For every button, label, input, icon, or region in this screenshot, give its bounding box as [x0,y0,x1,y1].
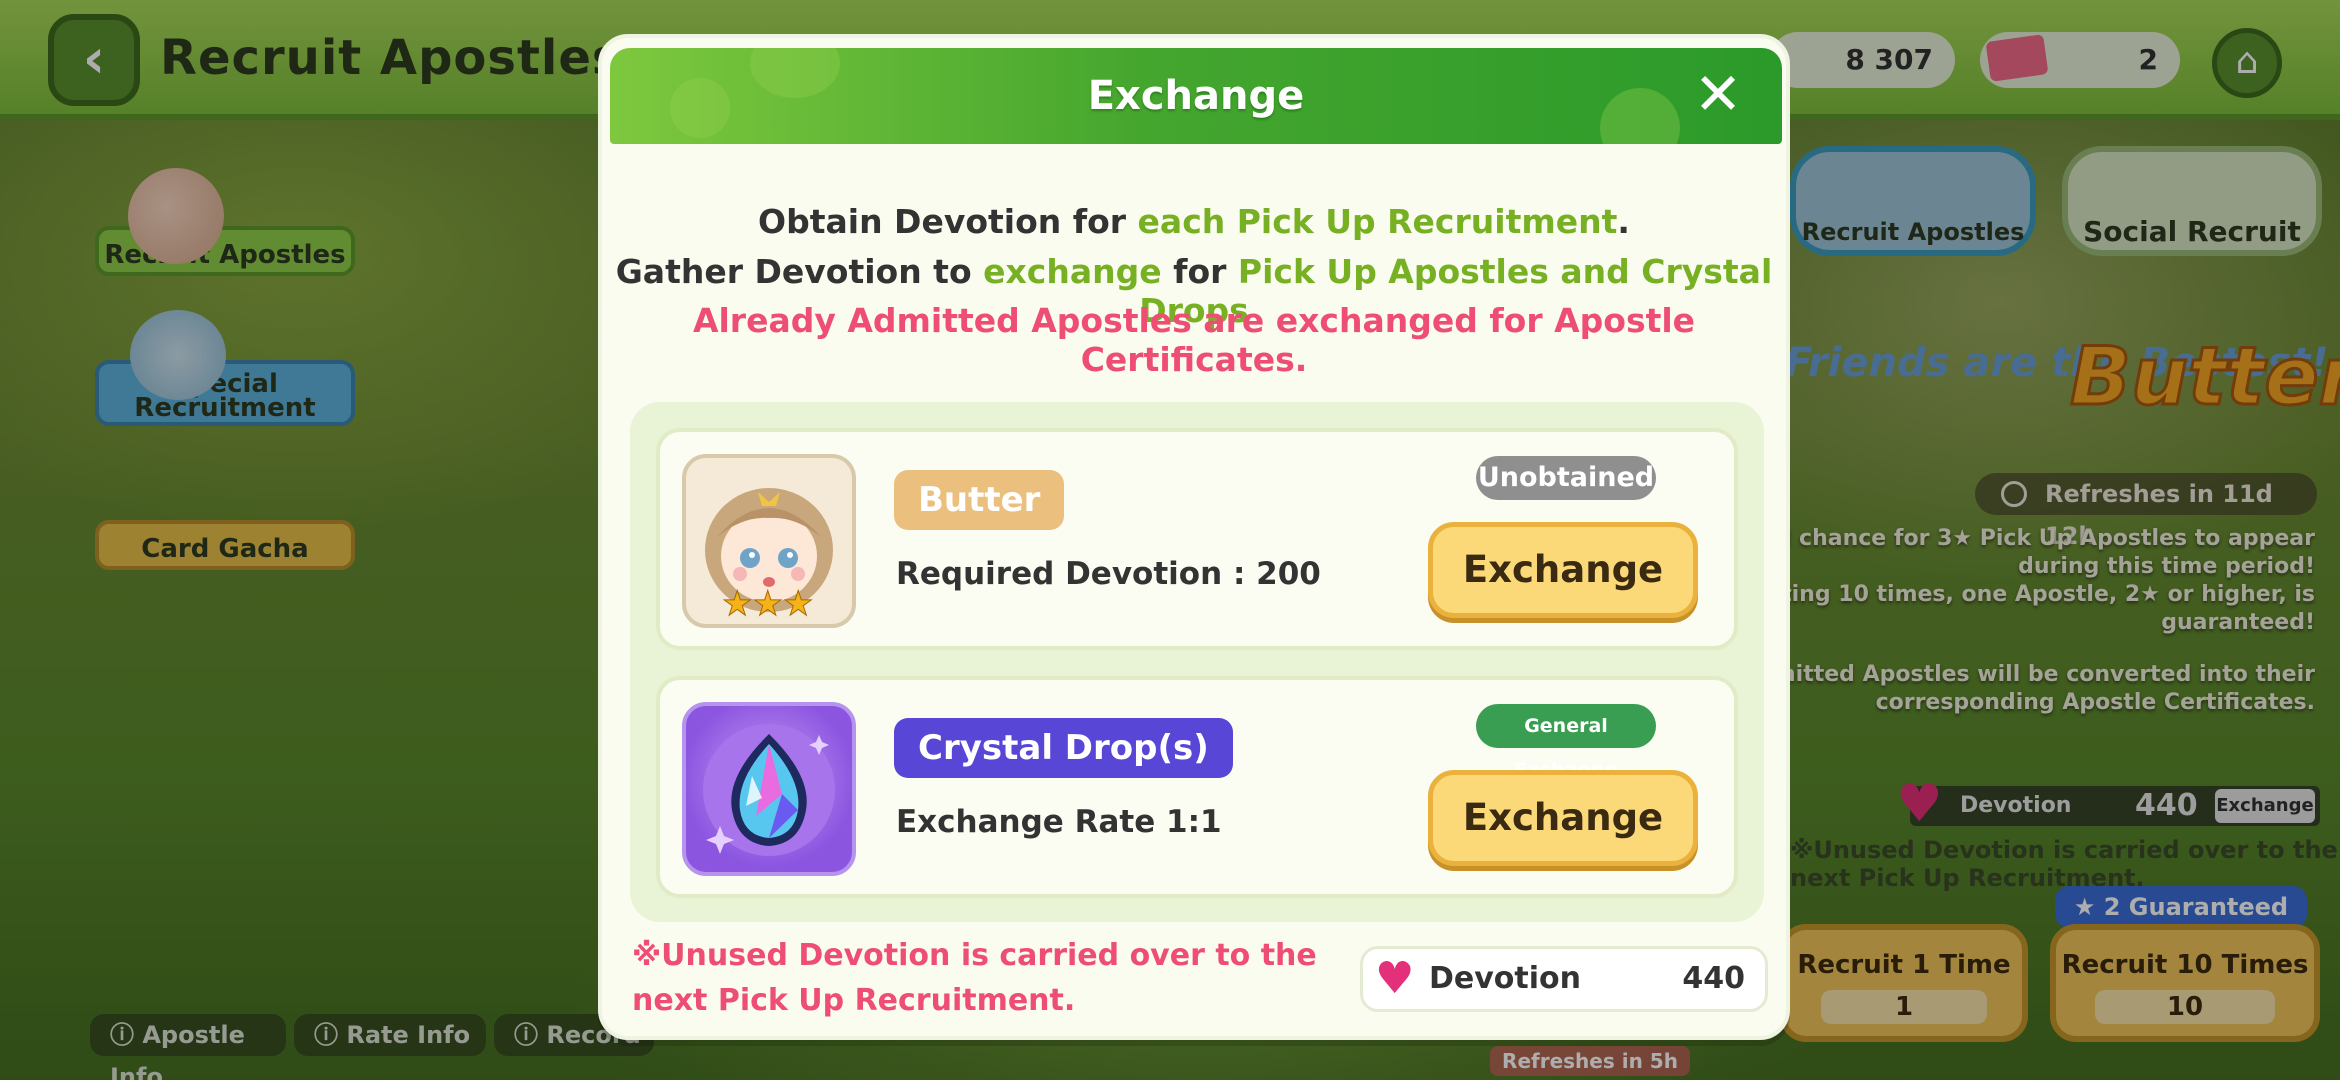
exchange-item-crystal-drop: Crystal Drop(s) Exchange Rate 1:1 Genera… [656,676,1738,898]
butter-name-tag: Butter [894,470,1065,530]
crystal-drop-icon [682,702,856,876]
exchange-modal: Exchange ✕ Obtain Devotion for each Pick… [598,34,1790,1040]
rarity-stars: ★★★ [721,584,814,625]
heart-icon: ♥ [1375,953,1415,1004]
crystal-exchange-button[interactable]: Exchange [1428,770,1698,866]
devotion-counter: ♥ Devotion 440 [1360,946,1768,1012]
close-icon[interactable]: ✕ [1690,65,1746,124]
crystal-status-badge: General Exchange [1476,704,1656,781]
butter-portrait: ★★★ [682,454,856,628]
devotion-label: Devotion [1429,961,1582,996]
devotion-value: 440 [1682,961,1745,996]
description-line-3: Already Admitted Apostles are exchanged … [692,301,1696,379]
exchange-item-butter: ★★★ Butter Required Devotion : 200 Unobt… [656,428,1738,650]
exchange-list: ★★★ Butter Required Devotion : 200 Unobt… [630,402,1764,922]
crystal-exchange-rate: Exchange Rate 1:1 [896,804,1222,840]
butter-requirement: Required Devotion : 200 [896,556,1321,592]
description-line-1: Obtain Devotion for each Pick Up Recruit… [758,202,1630,241]
butter-status-badge: Unobtained [1476,456,1656,500]
modal-title: Exchange [1087,73,1305,119]
modal-header: Exchange ✕ [610,48,1782,144]
butter-exchange-button[interactable]: Exchange [1428,522,1698,618]
carry-over-notice: ※Unused Devotion is carried over to the … [632,938,1317,1018]
crystal-name-tag: Crystal Drop(s) [894,718,1233,778]
